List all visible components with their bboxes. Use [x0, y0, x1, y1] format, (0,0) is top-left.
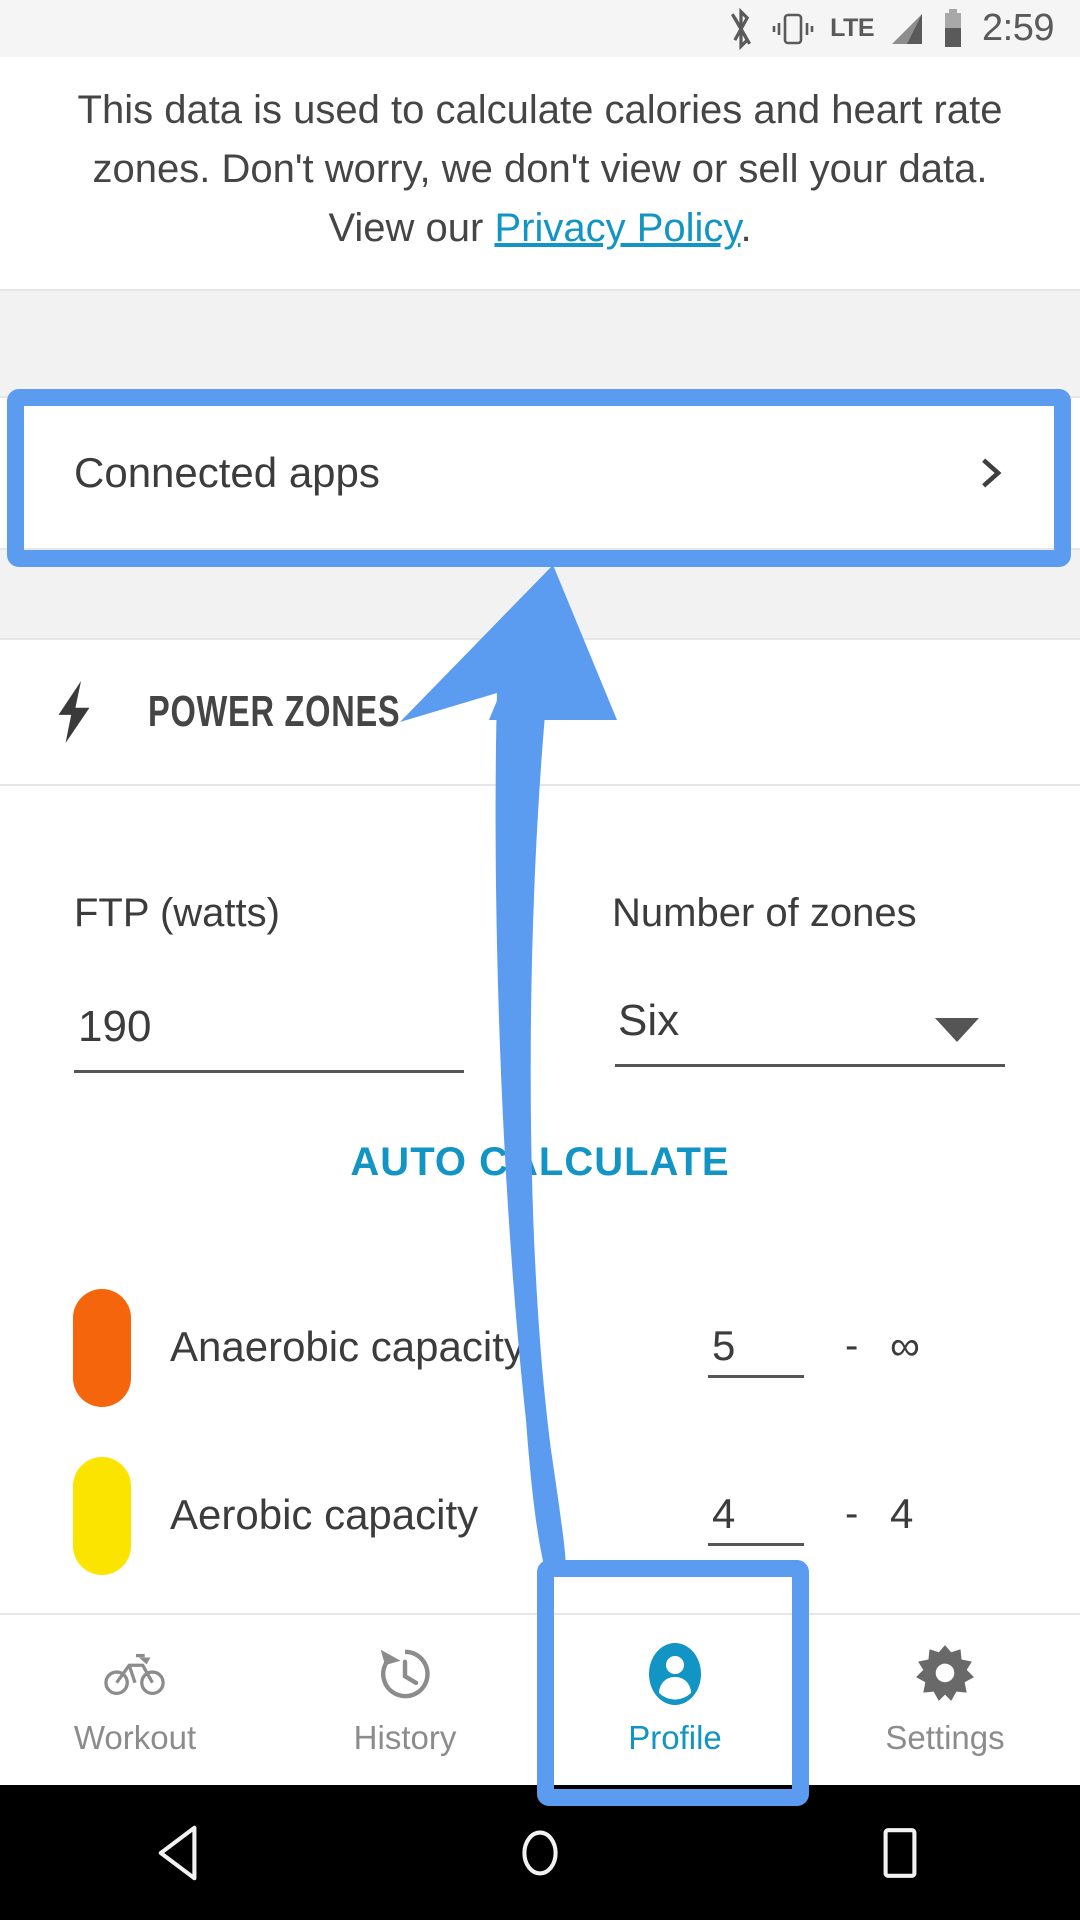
chevron-right-icon	[974, 456, 1008, 490]
nav-label: Workout	[74, 1719, 196, 1757]
recents-button[interactable]	[870, 1823, 930, 1883]
vibrate-icon	[770, 9, 816, 49]
power-zones-header: POWER ZONES	[0, 640, 1080, 784]
zone-to-value: 4	[890, 1490, 913, 1538]
zone-color-swatch	[73, 1457, 131, 1575]
status-time: 2:59	[982, 7, 1054, 50]
nav-item-history[interactable]: History	[270, 1615, 540, 1785]
zone-count-label: Number of zones	[612, 891, 917, 936]
privacy-text: This data is used to calculate calories …	[70, 81, 1010, 258]
privacy-policy-link[interactable]: Privacy Policy	[494, 206, 740, 250]
zone-from-value[interactable]: 4	[712, 1490, 735, 1538]
nav-item-settings[interactable]: Settings	[810, 1615, 1080, 1785]
battery-icon	[942, 8, 964, 50]
zone-name: Aerobic capacity	[170, 1491, 478, 1539]
privacy-text-after: .	[740, 206, 751, 250]
person-icon	[644, 1643, 706, 1705]
clock-rewind-icon	[374, 1643, 436, 1705]
zone-row-anaerobic[interactable]: Anaerobic capacity 5 - ∞	[0, 1263, 1080, 1431]
home-button[interactable]	[510, 1823, 570, 1883]
bluetooth-icon	[726, 8, 756, 50]
nav-item-profile[interactable]: Profile	[540, 1615, 810, 1785]
nav-label: Profile	[628, 1719, 722, 1757]
android-navigation-bar	[0, 1785, 1080, 1920]
ftp-label: FTP (watts)	[74, 891, 280, 936]
lte-label: LTE	[830, 14, 874, 43]
power-zone-fields: FTP (watts) 190 Number of zones Six	[0, 786, 1080, 1106]
zone-row-aerobic[interactable]: Aerobic capacity 4 - 4	[0, 1431, 1080, 1599]
ftp-input-underline	[74, 1070, 464, 1073]
zone-from-underline	[708, 1543, 804, 1546]
power-zones-title: POWER ZONES	[148, 687, 400, 737]
section-gap-upper	[0, 291, 1080, 396]
gear-icon	[914, 1643, 976, 1705]
zone-count-underline	[615, 1064, 1005, 1067]
nav-item-workout[interactable]: Workout	[0, 1615, 270, 1785]
connected-apps-label: Connected apps	[74, 449, 380, 497]
ftp-input-value[interactable]: 190	[78, 1002, 151, 1052]
zone-to-value: ∞	[890, 1322, 920, 1370]
section-gap-lower	[0, 550, 1080, 638]
zone-range-dash: -	[845, 1492, 858, 1537]
zone-range-dash: -	[845, 1324, 858, 1369]
zone-from-value[interactable]: 5	[712, 1322, 735, 1370]
zone-count-value[interactable]: Six	[618, 996, 679, 1046]
nav-label: Settings	[885, 1719, 1004, 1757]
status-icons: LTE	[726, 8, 964, 50]
auto-calculate-button[interactable]: AUTO CALCULATE	[0, 1140, 1080, 1185]
connected-apps-row[interactable]: Connected apps	[0, 398, 1080, 548]
zone-color-swatch	[73, 1289, 131, 1407]
bicycle-icon	[104, 1643, 166, 1705]
zone-from-underline	[708, 1375, 804, 1378]
phone-screen: LTE 2:59 This data is used to calculate …	[0, 0, 1080, 1920]
zone-name: Anaerobic capacity	[170, 1323, 525, 1371]
bottom-navigation: Workout History Profile Settings	[0, 1613, 1080, 1785]
nav-label: History	[354, 1719, 457, 1757]
privacy-block: This data is used to calculate calories …	[0, 57, 1080, 289]
lightning-bolt-icon	[52, 681, 96, 743]
caret-down-icon[interactable]	[935, 1018, 979, 1042]
back-button[interactable]	[150, 1823, 210, 1883]
status-bar: LTE 2:59	[0, 0, 1080, 57]
signal-icon	[888, 10, 928, 48]
